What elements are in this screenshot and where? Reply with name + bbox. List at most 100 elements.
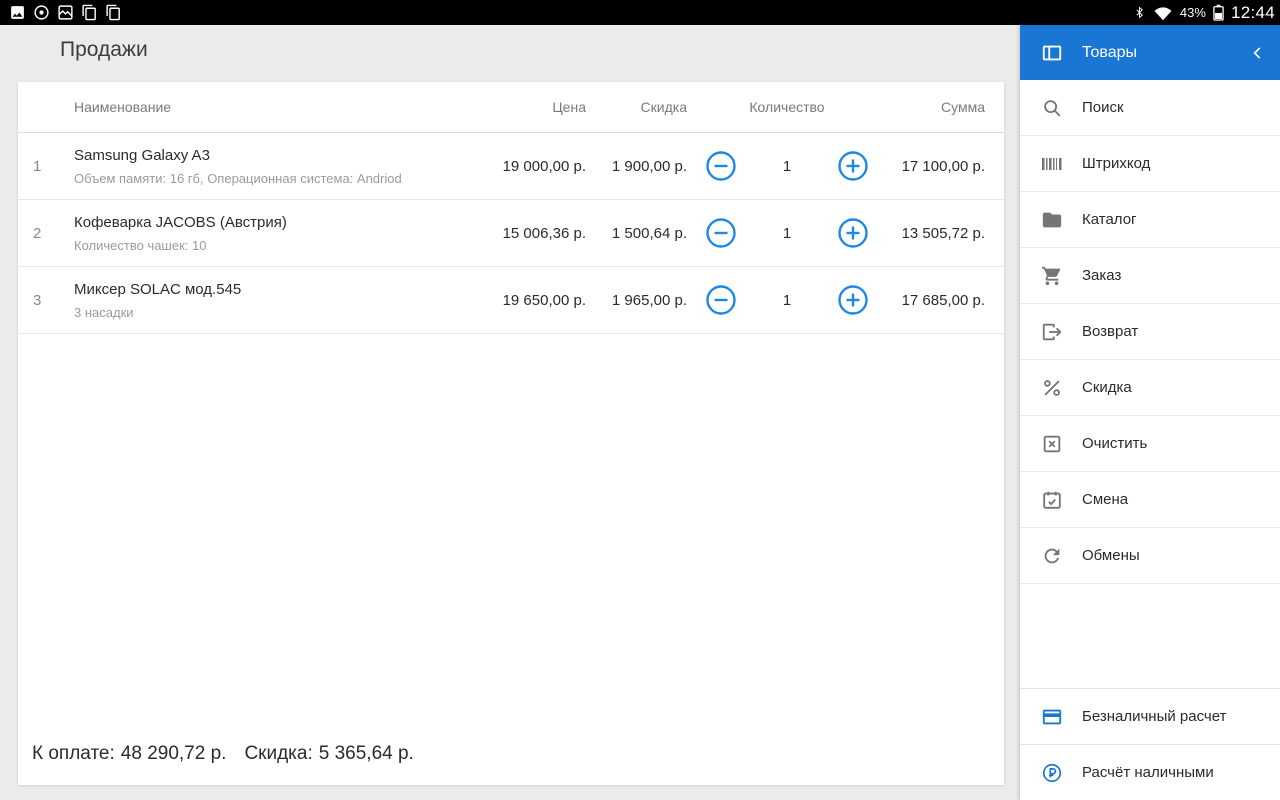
plus-circle-icon	[837, 284, 869, 316]
item-sum: 13 505,72 р.	[887, 225, 1004, 242]
item-price: 19 650,00 р.	[416, 292, 586, 309]
total-discount-label: Скидка:	[244, 743, 312, 764]
sidebar-item-label: Штрихкод	[1082, 155, 1150, 172]
increase-quantity-button[interactable]	[837, 150, 869, 182]
item-name: Миксер SOLAC мод.545	[74, 281, 416, 298]
card-icon	[1041, 706, 1063, 728]
clear-icon	[1041, 433, 1063, 455]
item-sum: 17 100,00 р.	[887, 158, 1004, 175]
bluetooth-icon	[1133, 4, 1146, 21]
plus-circle-icon	[837, 217, 869, 249]
increase-quantity-button[interactable]	[837, 284, 869, 316]
item-quantity: 1	[783, 292, 791, 309]
increase-quantity-button[interactable]	[837, 217, 869, 249]
row-index: 3	[18, 292, 62, 309]
sidebar-item-label: Обмены	[1082, 547, 1140, 564]
copy-icon	[105, 4, 122, 21]
row-index: 2	[18, 225, 62, 242]
item-discount: 1 965,00 р.	[586, 292, 687, 309]
col-quantity: Количество	[687, 99, 887, 115]
page-title: Продажи	[60, 38, 148, 62]
to-pay-value: 48 290,72 р.	[121, 743, 227, 764]
minus-circle-icon	[705, 150, 737, 182]
table-row[interactable]: 2 Кофеварка JACOBS (Австрия) Количество …	[18, 200, 1004, 267]
sidebar-item-cash-payment[interactable]: Расчёт наличными	[1020, 744, 1280, 800]
collapse-sidebar-button[interactable]	[1248, 43, 1268, 63]
sync-icon	[1041, 545, 1063, 567]
sidebar-item-exchanges[interactable]: Обмены	[1020, 528, 1280, 584]
item-sum: 17 685,00 р.	[887, 292, 1004, 309]
sidebar-item-label: Возврат	[1082, 323, 1138, 340]
copy-icon	[81, 4, 98, 21]
clock: 12:44	[1231, 3, 1275, 23]
plus-circle-icon	[837, 150, 869, 182]
return-icon	[1041, 321, 1063, 343]
table-header: Наименование Цена Скидка Количество Сумм…	[18, 82, 1004, 133]
battery-percent: 43%	[1180, 5, 1206, 20]
item-name: Кофеварка JACOBS (Австрия)	[74, 214, 416, 231]
sidebar-item-shift[interactable]: Смена	[1020, 472, 1280, 528]
table-row[interactable]: 1 Samsung Galaxy A3 Объем памяти: 16 гб,…	[18, 133, 1004, 200]
item-quantity: 1	[783, 158, 791, 175]
sidebar-item-label: Каталог	[1082, 211, 1137, 228]
sidebar-item-search[interactable]: Поиск	[1020, 80, 1280, 136]
item-discount: 1 500,64 р.	[586, 225, 687, 242]
ruble-icon	[1041, 762, 1063, 784]
col-price: Цена	[416, 99, 586, 115]
products-icon	[1041, 42, 1063, 64]
sidebar-header[interactable]: Товары	[1020, 25, 1280, 80]
sidebar-item-catalog[interactable]: Каталог	[1020, 192, 1280, 248]
col-name: Наименование	[62, 99, 416, 115]
notification-icons	[0, 4, 122, 21]
wifi-icon	[1153, 5, 1173, 21]
sidebar-item-label: Безналичный расчет	[1082, 708, 1226, 725]
image-icon	[9, 4, 26, 21]
item-name: Samsung Galaxy A3	[74, 147, 416, 164]
sidebar-item-clear[interactable]: Очистить	[1020, 416, 1280, 472]
sidebar-item-label: Поиск	[1082, 99, 1124, 116]
sidebar-item-cashless-payment[interactable]: Безналичный расчет	[1020, 688, 1280, 744]
table-row[interactable]: 3 Миксер SOLAC мод.545 3 насадки 19 650,…	[18, 267, 1004, 334]
minus-circle-icon	[705, 217, 737, 249]
decrease-quantity-button[interactable]	[705, 150, 737, 182]
sidebar-item-label: Заказ	[1082, 267, 1121, 284]
item-price: 19 000,00 р.	[416, 158, 586, 175]
item-discount: 1 900,00 р.	[586, 158, 687, 175]
sidebar-item-label: Скидка	[1082, 379, 1132, 396]
chevron-left-icon	[1248, 43, 1268, 63]
to-pay-label: К оплате:	[32, 743, 115, 764]
cart-icon	[1041, 265, 1063, 287]
col-sum: Сумма	[887, 99, 1004, 115]
decrease-quantity-button[interactable]	[705, 284, 737, 316]
decrease-quantity-button[interactable]	[705, 217, 737, 249]
sidebar-item-order[interactable]: Заказ	[1020, 248, 1280, 304]
battery-icon	[1213, 4, 1224, 21]
folder-icon	[1041, 209, 1063, 231]
barcode-icon	[1040, 152, 1064, 176]
photo-icon	[57, 4, 74, 21]
sales-panel: Продажи Наименование Цена Скидка Количес…	[0, 25, 1020, 800]
sales-table-card: Наименование Цена Скидка Количество Сумм…	[18, 82, 1004, 785]
item-price: 15 006,36 р.	[416, 225, 586, 242]
row-index: 1	[18, 158, 62, 175]
shift-icon	[1041, 489, 1063, 511]
col-discount: Скидка	[586, 99, 687, 115]
item-description: 3 насадки	[74, 305, 416, 320]
item-quantity: 1	[783, 225, 791, 242]
table-body: 1 Samsung Galaxy A3 Объем памяти: 16 гб,…	[18, 133, 1004, 334]
sidebar-title: Товары	[1082, 44, 1137, 62]
sidebar-item-discount[interactable]: Скидка	[1020, 360, 1280, 416]
sidebar-item-barcode[interactable]: Штрихкод	[1020, 136, 1280, 192]
item-description: Количество чашек: 10	[74, 238, 416, 253]
status-bar: 43% 12:44	[0, 0, 1280, 25]
sidebar-item-label: Расчёт наличными	[1082, 764, 1214, 781]
totals-bar: К оплате: 48 290,72 р. Скидка: 5 365,64 р.	[18, 743, 1004, 785]
search-icon	[1041, 97, 1063, 119]
sidebar-item-label: Очистить	[1082, 435, 1147, 452]
sidebar-item-label: Смена	[1082, 491, 1128, 508]
record-icon	[33, 4, 50, 21]
sidebar-item-return[interactable]: Возврат	[1020, 304, 1280, 360]
minus-circle-icon	[705, 284, 737, 316]
total-discount-value: 5 365,64 р.	[319, 743, 414, 764]
item-description: Объем памяти: 16 гб, Операционная систем…	[74, 171, 416, 186]
